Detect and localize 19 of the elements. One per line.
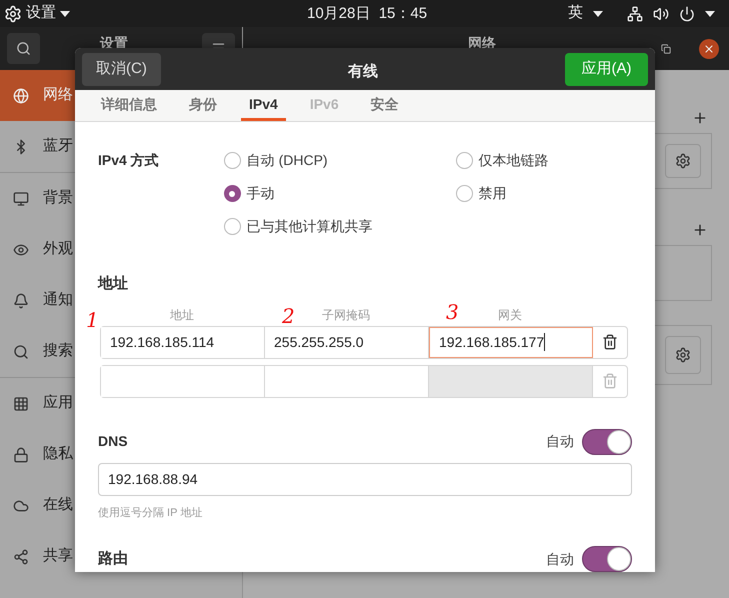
radio-label: 仅本地链路 (478, 151, 549, 170)
section-heading: 路由 (98, 548, 128, 569)
handwritten-number: 2 (282, 306, 295, 326)
toggle-label: 自动 (546, 550, 574, 568)
column-label: 子网掩码 (322, 308, 370, 322)
toggle-label: 自动 (546, 432, 574, 451)
hint-text: 使用逗号分隔 IP 地址 (98, 506, 204, 520)
handwritten-number: 1 (86, 310, 99, 330)
radio-label: 禁用 (478, 184, 507, 203)
column-label: 地址 (170, 308, 194, 322)
section-heading: DNS (98, 432, 128, 451)
radio-label: 自动 (DHCP) (246, 151, 328, 170)
method-label: IPv4 方式 (98, 151, 159, 170)
radio-label: 已与其他计算机共享 (246, 217, 373, 236)
section-heading: 地址 (98, 274, 129, 294)
dialog-title: 有线 (348, 62, 378, 82)
column-label: 网关 (498, 308, 522, 322)
handwritten-number: 3 (446, 302, 459, 322)
radio-label: 手动 (246, 184, 275, 203)
